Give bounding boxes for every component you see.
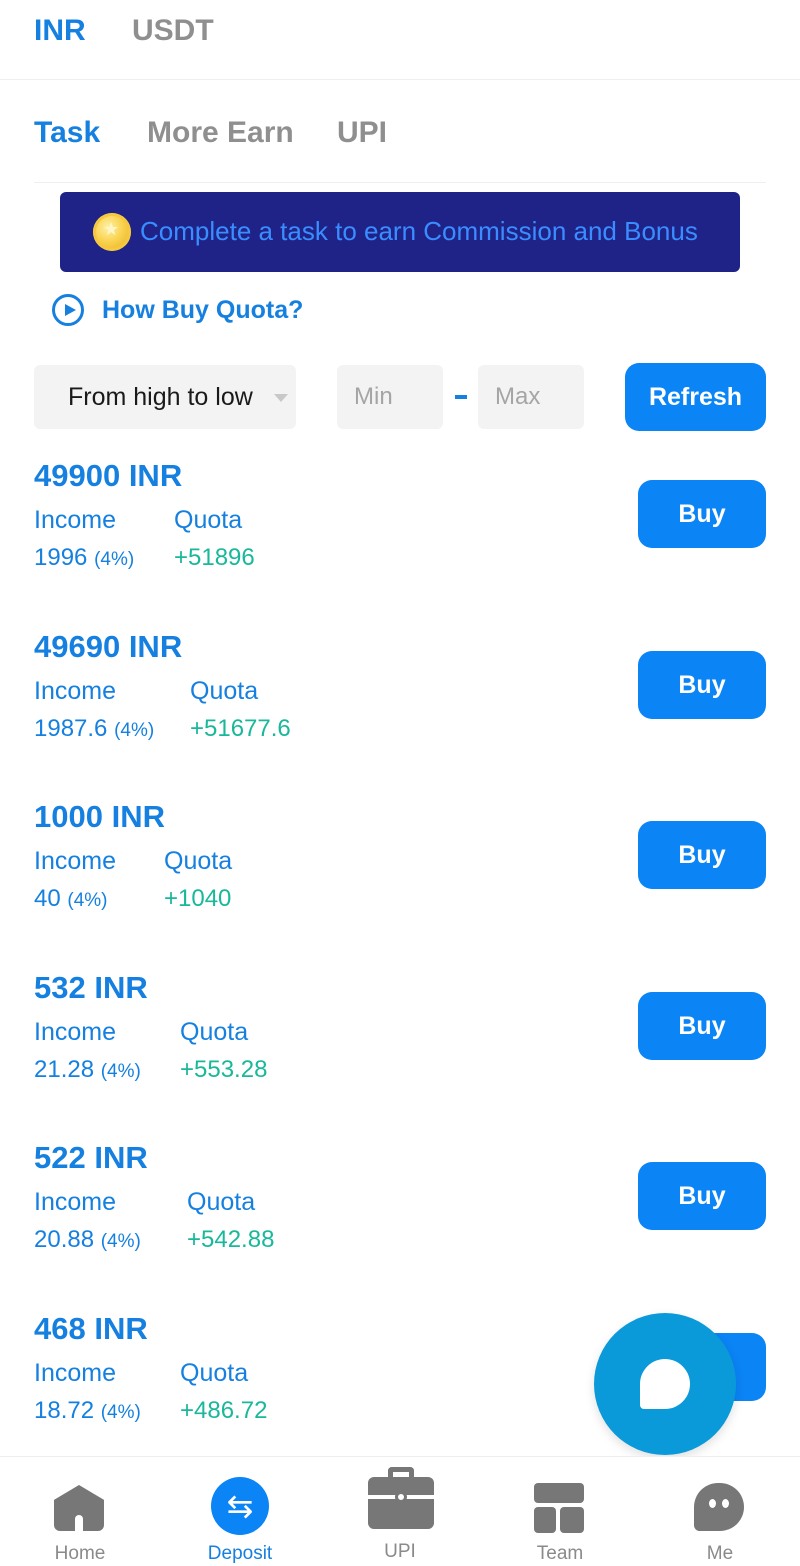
commission-banner: Complete a task to earn Commission and B… — [60, 192, 740, 272]
buy-button[interactable]: Buy — [638, 1162, 766, 1230]
chat-bubble-icon — [640, 1359, 690, 1409]
quota-label: Quota — [180, 1018, 249, 1046]
offer-amount: 532 INR — [34, 970, 148, 1005]
quota-value: +486.72 — [180, 1397, 268, 1424]
tab-inr[interactable]: INR — [34, 14, 86, 48]
quota-value: +1040 — [164, 885, 232, 912]
income-value: 18.72 (4%) — [34, 1397, 141, 1424]
buy-button[interactable]: Buy — [638, 992, 766, 1060]
offer-amount: 522 INR — [34, 1140, 148, 1175]
tab-upi[interactable]: UPI — [337, 116, 387, 150]
tab-more-earn[interactable]: More Earn — [147, 116, 294, 150]
nav-me-label: Me — [706, 1543, 734, 1564]
tab-usdt[interactable]: USDT — [132, 14, 214, 48]
nav-deposit-label: Deposit — [207, 1543, 273, 1564]
offer-item: 1000 INR Income 40 (4%) Quota +1040 Buy — [0, 799, 800, 969]
nav-home-label: Home — [54, 1543, 106, 1564]
quota-label: Quota — [190, 677, 259, 705]
income-value: 1987.6 (4%) — [34, 715, 155, 742]
income-label: Income — [34, 847, 116, 875]
briefcase-icon — [368, 1467, 434, 1529]
buy-button[interactable]: Buy — [638, 480, 766, 548]
quota-value: +542.88 — [187, 1226, 275, 1253]
nav-home[interactable]: Home — [0, 1457, 160, 1566]
nav-team[interactable]: Team — [480, 1457, 640, 1566]
bottom-nav: Home Deposit UPI Team Me — [0, 1456, 800, 1566]
nav-upi-label: UPI — [384, 1541, 416, 1562]
offer-amount: 49690 INR — [34, 629, 183, 664]
offer-amount: 49900 INR — [34, 458, 183, 493]
chat-support-button[interactable] — [594, 1313, 736, 1455]
nav-upi[interactable]: UPI — [320, 1457, 480, 1566]
nav-me[interactable]: Me — [640, 1457, 800, 1566]
offer-item: 522 INR Income 20.88 (4%) Quota +542.88 … — [0, 1140, 800, 1310]
income-value: 20.88 (4%) — [34, 1226, 141, 1253]
range-dash — [455, 395, 467, 399]
quota-label: Quota — [174, 506, 243, 534]
sort-select[interactable]: From high to low — [34, 365, 296, 429]
income-value: 21.28 (4%) — [34, 1056, 141, 1083]
offer-amount: 1000 INR — [34, 799, 165, 834]
income-label: Income — [34, 1018, 116, 1046]
deposit-icon — [211, 1477, 269, 1535]
sort-select-value: From high to low — [68, 383, 253, 411]
team-grid-icon — [534, 1483, 584, 1533]
income-label: Income — [34, 506, 116, 534]
income-value: 40 (4%) — [34, 885, 108, 912]
quota-value: +51896 — [174, 544, 255, 571]
buy-button[interactable]: Buy — [638, 821, 766, 889]
quota-label: Quota — [164, 847, 233, 875]
offer-item: 49690 INR Income 1987.6 (4%) Quota +5167… — [0, 629, 800, 799]
quota-label: Quota — [180, 1359, 249, 1387]
how-buy-quota-label: How Buy Quota? — [102, 295, 304, 324]
refresh-button[interactable]: Refresh — [625, 363, 766, 431]
how-buy-quota-link[interactable]: How Buy Quota? — [52, 292, 303, 328]
caret-down-icon — [274, 394, 288, 402]
coin-icon — [93, 213, 131, 251]
tab-task[interactable]: Task — [34, 116, 100, 150]
banner-text: Complete a task to earn Commission and B… — [140, 216, 698, 246]
offer-item: 532 INR Income 21.28 (4%) Quota +553.28 … — [0, 970, 800, 1140]
min-amount-input[interactable] — [337, 365, 443, 429]
profile-icon — [694, 1483, 744, 1531]
play-circle-icon — [52, 294, 84, 326]
home-icon — [54, 1485, 104, 1531]
currency-tabs: INR USDT — [0, 0, 800, 80]
nav-deposit[interactable]: Deposit — [160, 1457, 320, 1566]
quota-value: +51677.6 — [190, 715, 291, 742]
quota-value: +553.28 — [180, 1056, 268, 1083]
offer-amount: 468 INR — [34, 1311, 148, 1346]
quota-label: Quota — [187, 1188, 256, 1216]
income-label: Income — [34, 1359, 116, 1387]
offer-item: 49900 INR Income 1996 (4%) Quota +51896 … — [0, 458, 800, 628]
income-value: 1996 (4%) — [34, 544, 135, 571]
buy-button[interactable]: Buy — [638, 651, 766, 719]
task-tabs: Task More Earn UPI — [0, 80, 800, 190]
nav-team-label: Team — [536, 1543, 584, 1564]
max-amount-input[interactable] — [478, 365, 584, 429]
income-label: Income — [34, 1188, 116, 1216]
tabs-divider — [34, 182, 766, 183]
income-label: Income — [34, 677, 116, 705]
